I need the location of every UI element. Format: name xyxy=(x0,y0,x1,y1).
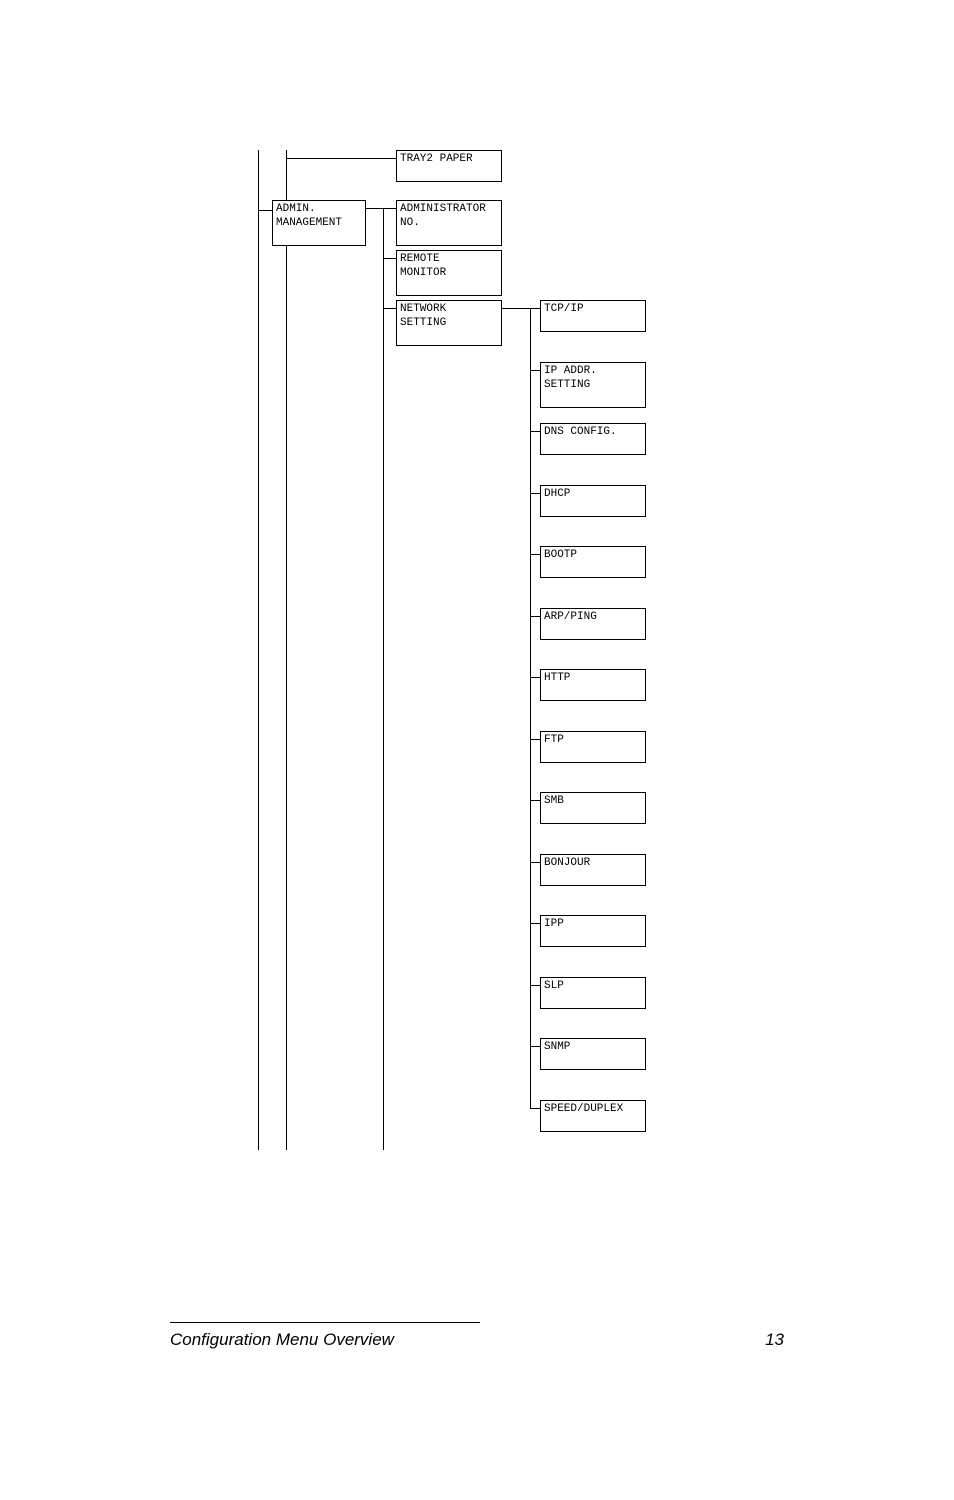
menu-bonjour: BONJOUR xyxy=(540,854,646,886)
menu-ipp: IPP xyxy=(540,915,646,947)
menu-speed-duplex: SPEED/DUPLEX xyxy=(540,1100,646,1132)
tree-line xyxy=(530,800,540,801)
tree-line xyxy=(383,258,396,259)
tree-line xyxy=(530,923,540,924)
footer-rule xyxy=(170,1322,480,1323)
menu-network-setting: NETWORK SETTING xyxy=(396,300,502,346)
menu-ftp: FTP xyxy=(540,731,646,763)
tree-line xyxy=(383,208,384,1150)
tree-line xyxy=(530,739,540,740)
tree-line xyxy=(530,616,540,617)
menu-remote-monitor: REMOTE MONITOR xyxy=(396,250,502,296)
tree-line xyxy=(502,308,540,309)
menu-dhcp: DHCP xyxy=(540,485,646,517)
tree-line xyxy=(286,158,396,159)
page-footer: Configuration Menu Overview 13 xyxy=(170,1330,784,1350)
menu-dns-config: DNS CONFIG. xyxy=(540,423,646,455)
footer-title: Configuration Menu Overview xyxy=(170,1330,394,1350)
menu-slp: SLP xyxy=(540,977,646,1009)
menu-http: HTTP xyxy=(540,669,646,701)
menu-arp-ping: ARP/PING xyxy=(540,608,646,640)
tree-line xyxy=(530,1108,540,1109)
tree-line xyxy=(530,370,540,371)
menu-bootp: BOOTP xyxy=(540,546,646,578)
menu-tray2-paper: TRAY2 PAPER xyxy=(396,150,502,182)
tree-line xyxy=(530,493,540,494)
menu-ip-addr-setting: IP ADDR. SETTING xyxy=(540,362,646,408)
tree-line xyxy=(258,150,259,1150)
menu-smb: SMB xyxy=(540,792,646,824)
menu-tree-diagram: ADMIN. MANAGEMENT TRAY2 PAPER ADMINISTRA… xyxy=(258,150,688,1150)
menu-tcp-ip: TCP/IP xyxy=(540,300,646,332)
tree-line xyxy=(530,1046,540,1047)
tree-line xyxy=(530,862,540,863)
footer-page-number: 13 xyxy=(765,1330,784,1350)
tree-line xyxy=(383,308,396,309)
menu-snmp: SNMP xyxy=(540,1038,646,1070)
tree-line xyxy=(366,208,396,209)
tree-line xyxy=(258,210,272,211)
tree-line xyxy=(530,431,540,432)
tree-line xyxy=(286,150,287,1150)
menu-admin-management: ADMIN. MANAGEMENT xyxy=(272,200,366,246)
tree-line xyxy=(530,554,540,555)
tree-line xyxy=(530,308,531,1108)
tree-line xyxy=(530,985,540,986)
menu-administrator-no: ADMINISTRATOR NO. xyxy=(396,200,502,246)
tree-line xyxy=(530,677,540,678)
